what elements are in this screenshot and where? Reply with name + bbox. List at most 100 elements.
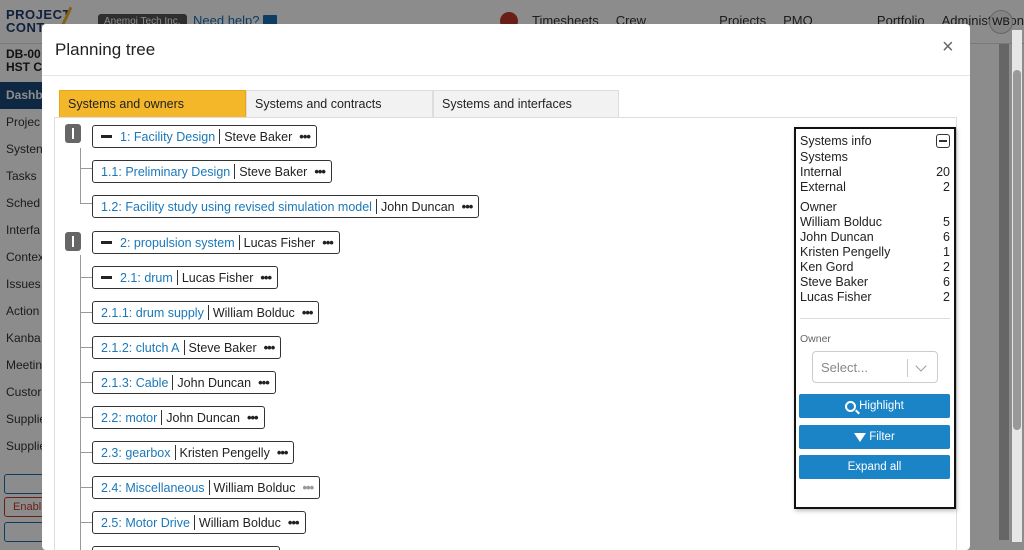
tree-node-label[interactable]: 2.1.2: clutch A [101,341,180,355]
tree-node-1-2: 1.2: Facility study using revised simula… [92,195,480,218]
node-separator [183,340,185,355]
tree-node-label[interactable]: 2.3: gearbox [101,446,171,460]
row-label: External [800,180,846,194]
tree-node-label[interactable]: 1: Facility Design [120,130,215,144]
tree-connector [80,255,81,550]
more-options-icon[interactable]: ••• [258,375,270,390]
tree-connector [80,452,92,453]
tree-node-label[interactable]: 2.4: Miscellaneous [101,481,205,495]
select-separator [907,359,908,377]
tree-connector [80,148,81,203]
highlight-button[interactable]: Highlight [799,394,950,418]
tree-connector [80,312,92,313]
owner-row: John Duncan 6 [800,230,950,245]
owner-select[interactable]: Select... [812,351,938,383]
tab-systems-and-owners[interactable]: Systems and owners [59,90,246,117]
chevron-down-icon[interactable] [915,360,927,372]
tree-node-owner: Steve Baker [224,129,293,144]
row-label: Kristen Pengelly [800,245,891,259]
collapse-panel-icon[interactable] [936,134,950,148]
planning-tree-modal: Planning tree × Systems and owners Syste… [42,24,970,550]
collapse-icon[interactable] [101,276,112,279]
row-count: 20 [936,165,950,179]
expand-all-button[interactable]: Expand all [799,455,950,479]
row-count: 2 [943,290,950,304]
zoom-in-icon [845,400,857,412]
tree-connector [80,417,92,418]
owner-row: Kristen Pengelly 1 [800,245,950,260]
collapse-icon[interactable] [101,241,112,244]
row-count: 2 [943,180,950,194]
node-separator [174,445,176,460]
node-separator [208,480,210,495]
more-options-icon[interactable]: ••• [247,410,259,425]
tree-node-label[interactable]: 2.1.3: Cable [101,376,168,390]
modal-header: Planning tree × [42,24,970,76]
tree-node-2-1-2: 2.1.2: clutch A Steve Baker ••• [92,336,282,359]
tab-bar: Systems and owners Systems and contracts… [59,90,619,117]
tree-node-label[interactable]: 2.1: drum [120,271,173,285]
systems-info-panel: Systems info Systems Internal 20 Externa… [794,127,956,509]
more-options-icon[interactable]: ••• [462,199,474,214]
tree-node-owner: Lucas Fisher [181,270,254,285]
highlight-label: Highlight [859,400,904,412]
tab-systems-and-interfaces[interactable]: Systems and interfaces [433,90,619,117]
collapse-icon[interactable] [101,135,112,138]
tree-node-2-1: 2.1: drum Lucas Fisher ••• [92,266,279,289]
tree-node-2-2: 2.2: motor John Duncan ••• [92,406,265,429]
close-icon[interactable]: × [942,36,954,59]
row-label: Lucas Fisher [800,290,872,304]
filter-icon [854,432,867,442]
more-options-icon[interactable]: ••• [277,445,289,460]
tree-node-2-3: 2.3: gearbox Kristen Pengelly ••• [92,441,295,464]
tree-node-1-1: 1.1: Preliminary Design Steve Baker ••• [92,160,332,183]
tree-node-label[interactable]: 2: propulsion system [120,236,235,250]
tree-node-2-1-1: 2.1.1: drum supply William Bolduc ••• [92,301,320,324]
more-options-icon[interactable]: ••• [299,129,311,144]
tree-node-label[interactable]: 1.1: Preliminary Design [101,165,230,179]
systems-heading: Systems [800,150,848,164]
tree-node-owner: Steve Baker [239,164,308,179]
systems-info-title: Systems info [800,134,872,148]
page-scrollbar[interactable] [1012,30,1022,542]
tree-node-label[interactable]: 1.2: Facility study using revised simula… [101,200,372,214]
tree-node-owner: William Bolduc [212,305,295,320]
page-scrollbar-thumb[interactable] [1013,70,1021,430]
row-count: 6 [943,275,950,289]
tree-node-owner: Kristen Pengelly [179,445,270,460]
group-toggle-2[interactable] [65,232,81,251]
more-options-icon[interactable]: ••• [264,340,276,355]
more-options-icon[interactable]: ••• [288,515,300,530]
tree-connector [80,168,92,169]
row-label: William Bolduc [800,215,882,229]
tree-node-2-1-3: 2.1.3: Cable John Duncan ••• [92,371,276,394]
more-options-icon[interactable]: ••• [302,305,314,320]
more-options-icon[interactable]: ••• [303,480,315,495]
node-separator [219,129,221,144]
tab-systems-and-contracts[interactable]: Systems and contracts [246,90,433,117]
owner-row: Ken Gord 2 [800,260,950,275]
row-count: 1 [943,245,950,259]
group-toggle-1[interactable] [65,124,81,143]
tree-node-label[interactable]: 2.2: motor [101,411,157,425]
more-options-icon[interactable]: ••• [322,235,334,250]
filter-button[interactable]: Filter [799,425,950,449]
row-count: 6 [943,230,950,244]
row-label: John Duncan [800,230,874,244]
filter-label: Filter [869,431,895,443]
node-separator [193,515,195,530]
row-label: Ken Gord [800,260,854,274]
node-separator [161,410,163,425]
tree-node-label[interactable]: 2.5: Motor Drive [101,516,190,530]
tree-connector [80,347,92,348]
tree-node-1: 1: Facility Design Steve Baker ••• [92,125,317,148]
modal-title: Planning tree [55,40,156,59]
tree-node-2-4: 2.4: Miscellaneous William Bolduc ••• [92,476,321,499]
owner-row: William Bolduc 5 [800,215,950,230]
tree-node-label[interactable]: 2.1.1: drum supply [101,306,204,320]
more-options-icon[interactable]: ••• [314,164,326,179]
tree-node-partial[interactable] [92,546,280,550]
more-options-icon[interactable]: ••• [260,270,272,285]
node-separator [234,164,236,179]
row-label: Steve Baker [800,275,869,289]
